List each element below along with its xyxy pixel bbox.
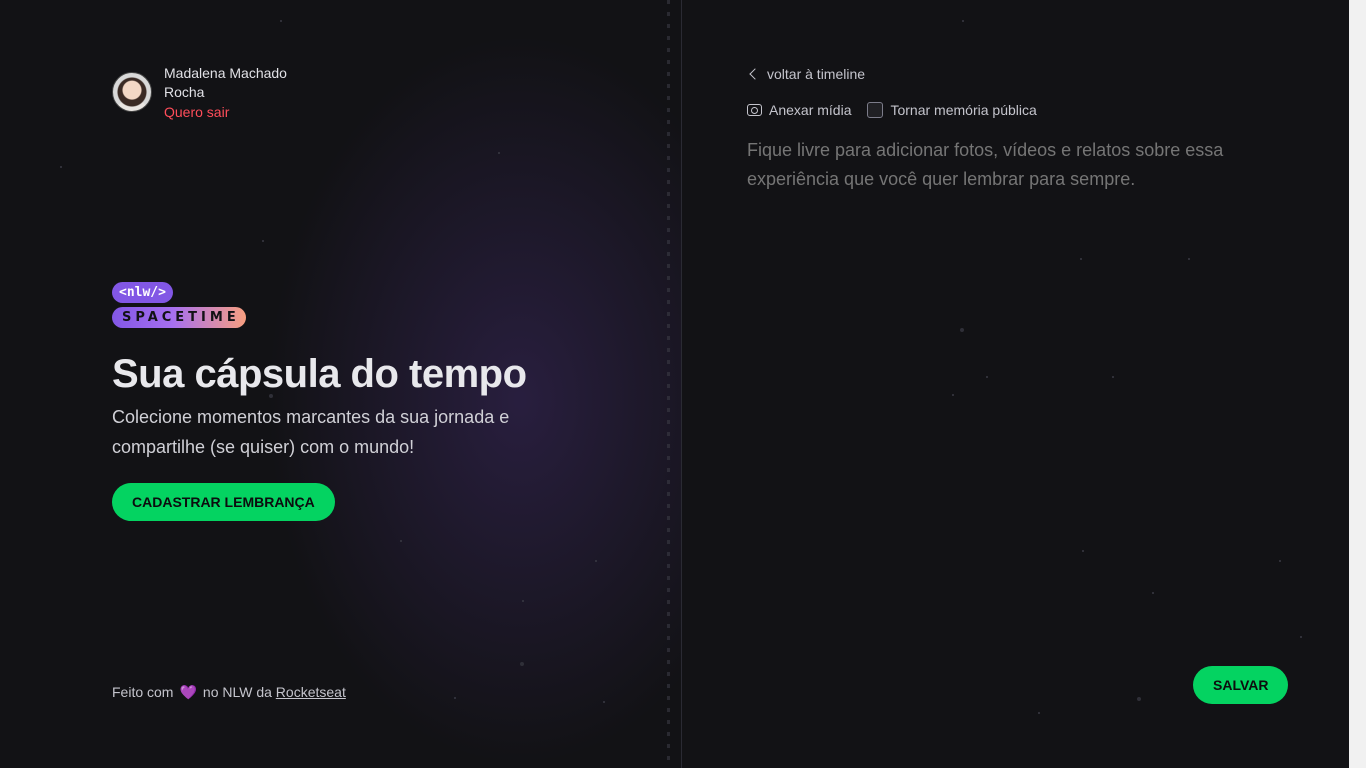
public-memory-toggle[interactable]: Tornar memória pública <box>867 102 1037 118</box>
hero-subtitle: Colecione momentos marcantes da sua jorn… <box>112 407 510 457</box>
heart-icon: 💜 <box>179 684 197 700</box>
footer-middle: no NLW da <box>202 684 272 700</box>
back-to-timeline-link[interactable]: voltar à timeline <box>748 66 865 82</box>
user-name: Madalena Machado Rocha <box>164 65 287 100</box>
attach-media-label: Anexar mídia <box>769 102 852 118</box>
attach-media-button[interactable]: Anexar mídia <box>747 102 851 118</box>
logout-link[interactable]: Quero sair <box>164 103 229 122</box>
save-button[interactable]: SALVAR <box>1193 666 1289 704</box>
memory-content-input[interactable] <box>747 136 1247 616</box>
footer-prefix: Feito com <box>112 684 174 700</box>
decorative-stripes <box>667 0 670 768</box>
logo-word: SPACETIME <box>112 307 246 328</box>
app: Madalena Machado Rocha Quero sair <nlw/>… <box>0 0 1349 768</box>
hero: <nlw/> SPACETIME Sua cápsula do tempo Co… <box>112 282 552 521</box>
public-memory-checkbox[interactable] <box>867 102 884 118</box>
left-panel: Madalena Machado Rocha Quero sair <nlw/>… <box>0 0 682 768</box>
avatar[interactable] <box>112 72 152 112</box>
user-profile: Madalena Machado Rocha Quero sair <box>112 64 304 122</box>
public-memory-label: Tornar memória pública <box>890 102 1037 118</box>
camera-icon <box>747 104 762 116</box>
rocketseat-link[interactable]: Rocketseat <box>276 684 346 700</box>
create-memory-button[interactable]: CADASTRAR LEMBRANÇA <box>112 483 335 521</box>
back-label: voltar à timeline <box>767 66 866 82</box>
new-memory-form: voltar à timeline Anexar mídia Tornar me… <box>682 0 1349 768</box>
chevron-left-icon <box>749 68 761 80</box>
nlw-spacetime-logo: <nlw/> SPACETIME <box>112 282 552 328</box>
footer: Feito com 💜 no NLW da Rocketseat <box>112 684 346 701</box>
form-toolbar: Anexar mídia Tornar memória pública <box>747 102 1037 118</box>
scrollbar[interactable] <box>1349 0 1366 768</box>
scrollbar-thumb[interactable] <box>1351 2 1364 766</box>
logo-tag: <nlw/> <box>112 282 173 303</box>
hero-title: Sua cápsula do tempo <box>112 352 527 396</box>
